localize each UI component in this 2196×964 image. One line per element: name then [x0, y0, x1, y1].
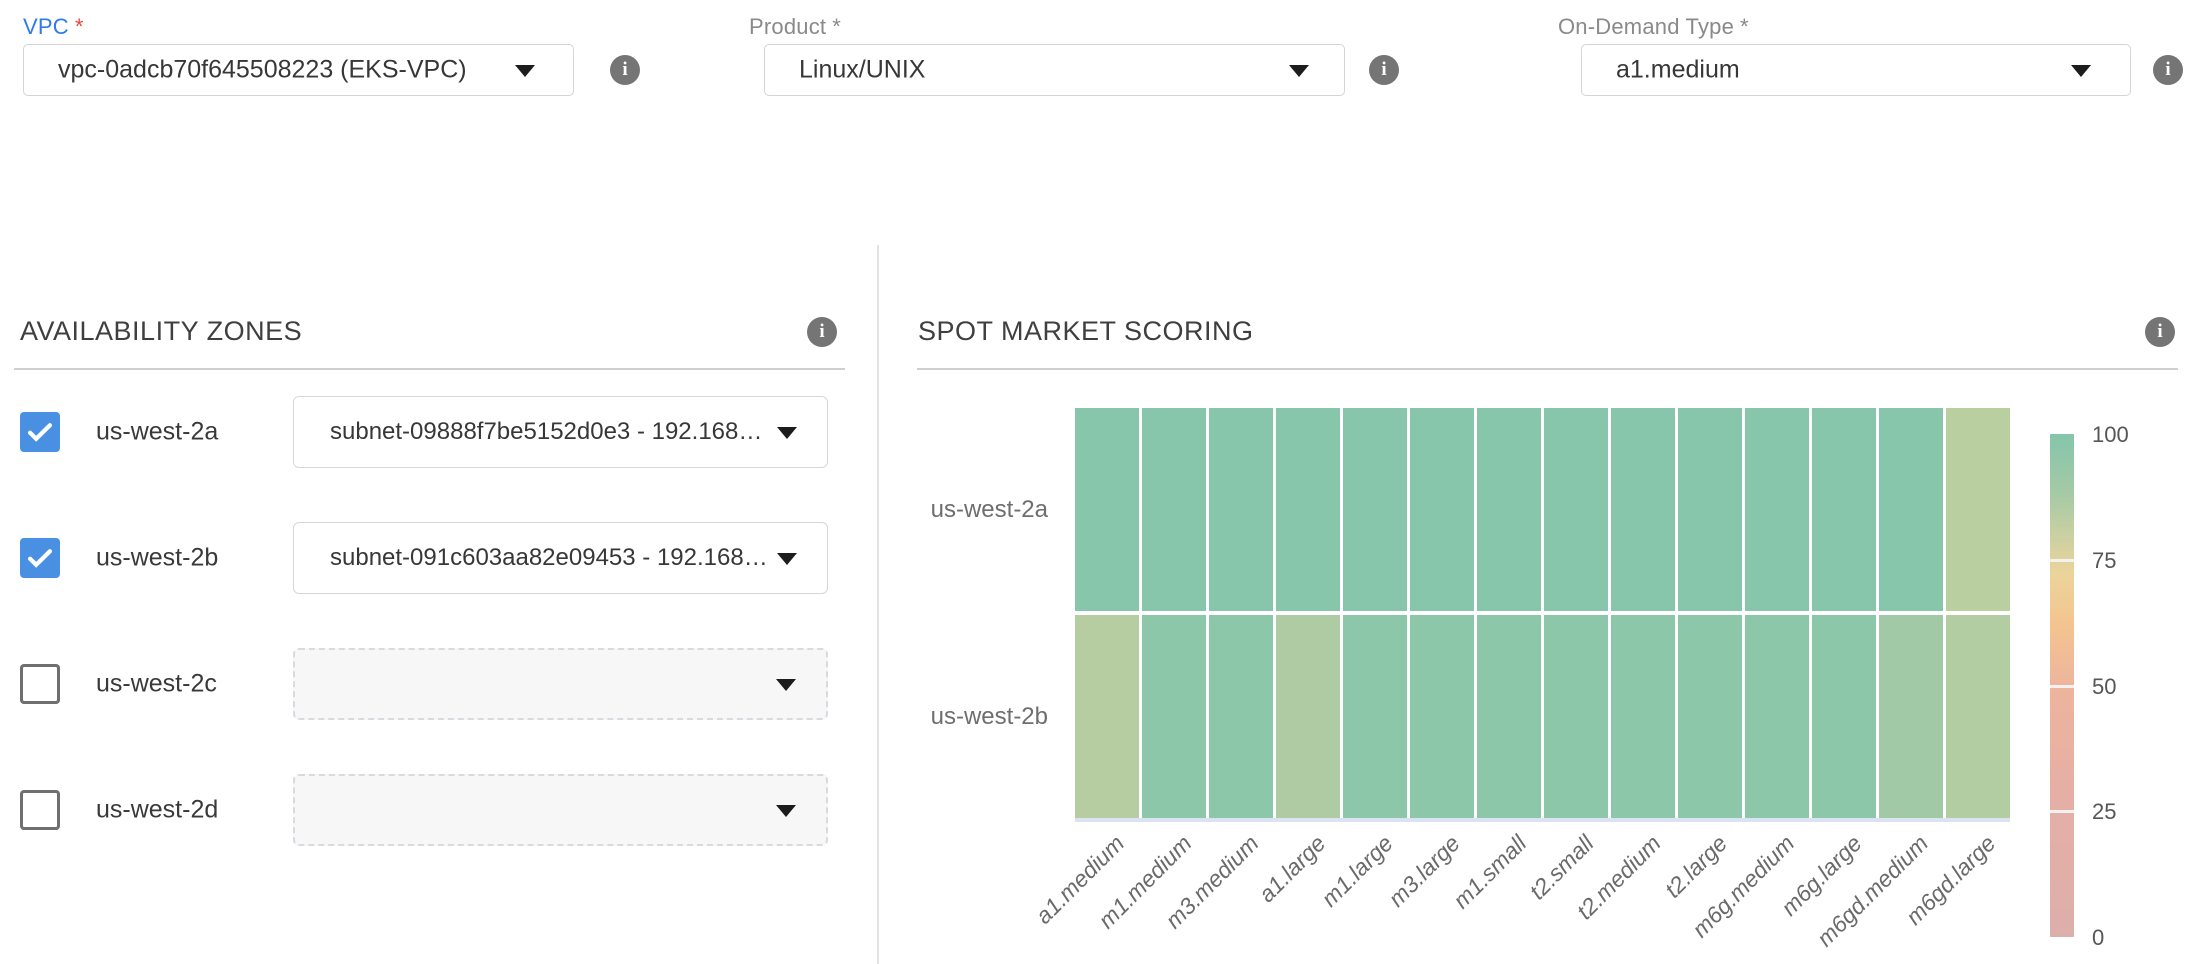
product-info-icon[interactable]: i [1369, 55, 1399, 85]
check-icon [23, 415, 57, 449]
az-row-us-west-2c: us-west-2c [0, 648, 877, 720]
colorbar-tick-label: 0 [2092, 925, 2104, 951]
heatmap-cell [1343, 615, 1407, 818]
heatmap-cell [1678, 615, 1742, 818]
colorbar-tick [2050, 559, 2074, 562]
vpc-label-text: VPC [23, 14, 69, 39]
heatmap-cell [1209, 408, 1273, 611]
subnet-select-us-west-2a[interactable]: subnet-09888f7be5152d0e3 - 192.168… [293, 396, 828, 468]
heatmap-cell [1611, 408, 1675, 611]
heatmap-cell [1611, 615, 1675, 818]
heatmap-cell [1142, 615, 1206, 818]
vpc-info-icon[interactable]: i [610, 55, 640, 85]
chevron-down-icon [777, 553, 797, 565]
heatmap-row-label: us-west-2a [828, 496, 1048, 524]
heatmap-cell [1879, 408, 1943, 611]
spot-market-scoring-title: SPOT MARKET SCORING [918, 316, 1254, 347]
heatmap-cell [1075, 615, 1139, 818]
heatmap-cell [1812, 408, 1876, 611]
az-row-us-west-2d: us-west-2d [0, 774, 877, 846]
product-label: Product* [749, 14, 841, 40]
heatmap-cell [1209, 615, 1273, 818]
availability-zones-info-icon[interactable]: i [807, 317, 837, 347]
az-checkbox-us-west-2b[interactable] [20, 538, 60, 578]
colorbar-tick-label: 50 [2092, 674, 2116, 700]
subnet-select-us-west-2d[interactable] [293, 774, 828, 846]
chevron-down-icon [515, 65, 535, 77]
chevron-down-icon [777, 427, 797, 439]
zone-label: us-west-2d [96, 796, 218, 825]
required-asterisk: * [1740, 14, 1749, 39]
required-asterisk: * [75, 14, 84, 39]
colorbar-tick-label: 75 [2092, 548, 2116, 574]
colorbar-tick-label: 100 [2092, 422, 2129, 448]
heatmap-cell [1946, 408, 2010, 611]
az-checkbox-us-west-2c[interactable] [20, 664, 60, 704]
on-demand-type-select[interactable]: a1.medium [1581, 44, 2131, 96]
heatmap-cell [1745, 615, 1809, 818]
spot-instance-config-page: VPC* vpc-0adcb70f645508223 (EKS-VPC) i P… [0, 0, 2196, 964]
subnet-select-us-west-2c[interactable] [293, 648, 828, 720]
chevron-down-icon [776, 679, 796, 691]
heatmap-row-label: us-west-2b [828, 703, 1048, 731]
zone-label: us-west-2b [96, 544, 218, 573]
subnet-select-us-west-2b[interactable]: subnet-091c603aa82e09453 - 192.168… [293, 522, 828, 594]
az-row-us-west-2b: us-west-2b subnet-091c603aa82e09453 - 19… [0, 522, 877, 594]
heatmap-cell [1276, 408, 1340, 611]
on-demand-type-label-text: On-Demand Type [1558, 14, 1734, 39]
availability-zones-title: AVAILABILITY ZONES [20, 316, 302, 347]
product-label-text: Product [749, 14, 826, 39]
zone-label: us-west-2c [96, 670, 217, 699]
az-checkbox-us-west-2d[interactable] [20, 790, 60, 830]
heatmap-cell [1812, 615, 1876, 818]
spot-market-scoring-divider [917, 368, 2178, 370]
subnet-select-value: subnet-091c603aa82e09453 - 192.168… [330, 544, 768, 572]
heatmap-cell [1410, 615, 1474, 818]
colorbar-tick-label: 25 [2092, 799, 2116, 825]
chevron-down-icon [1289, 65, 1309, 77]
on-demand-type-select-value: a1.medium [1616, 56, 1740, 85]
on-demand-type-label: On-Demand Type* [1558, 14, 1749, 40]
heatmap-axis-line [1075, 818, 2010, 822]
heatmap-cell [1544, 615, 1608, 818]
section-divider [877, 245, 879, 964]
heatmap-cell [1477, 408, 1541, 611]
heatmap-cell [1678, 408, 1742, 611]
chevron-down-icon [776, 805, 796, 817]
vpc-label: VPC* [23, 14, 84, 40]
zone-label: us-west-2a [96, 418, 218, 447]
required-asterisk: * [832, 14, 841, 39]
check-icon [23, 541, 57, 575]
on-demand-type-info-icon[interactable]: i [2153, 55, 2183, 85]
subnet-select-value: subnet-09888f7be5152d0e3 - 192.168… [330, 418, 762, 446]
colorbar-tick [2050, 810, 2074, 813]
heatmap-cell [1142, 408, 1206, 611]
heatmap-cell [1879, 615, 1943, 818]
product-select[interactable]: Linux/UNIX [764, 44, 1345, 96]
availability-zones-divider [14, 368, 845, 370]
az-row-us-west-2a: us-west-2a subnet-09888f7be5152d0e3 - 19… [0, 396, 877, 468]
chevron-down-icon [2071, 65, 2091, 77]
vpc-select-value: vpc-0adcb70f645508223 (EKS-VPC) [58, 56, 467, 85]
vpc-select[interactable]: vpc-0adcb70f645508223 (EKS-VPC) [23, 44, 574, 96]
heatmap-cell [1410, 408, 1474, 611]
heatmap-cell [1276, 615, 1340, 818]
az-checkbox-us-west-2a[interactable] [20, 412, 60, 452]
heatmap-cell [1544, 408, 1608, 611]
spot-market-scoring-info-icon[interactable]: i [2145, 317, 2175, 347]
heatmap-cell [1477, 615, 1541, 818]
product-select-value: Linux/UNIX [799, 56, 925, 85]
heatmap-cell [1946, 615, 2010, 818]
heatmap-cell [1343, 408, 1407, 611]
colorbar-tick [2050, 685, 2074, 688]
heatmap-cell [1075, 408, 1139, 611]
heatmap-cell [1745, 408, 1809, 611]
